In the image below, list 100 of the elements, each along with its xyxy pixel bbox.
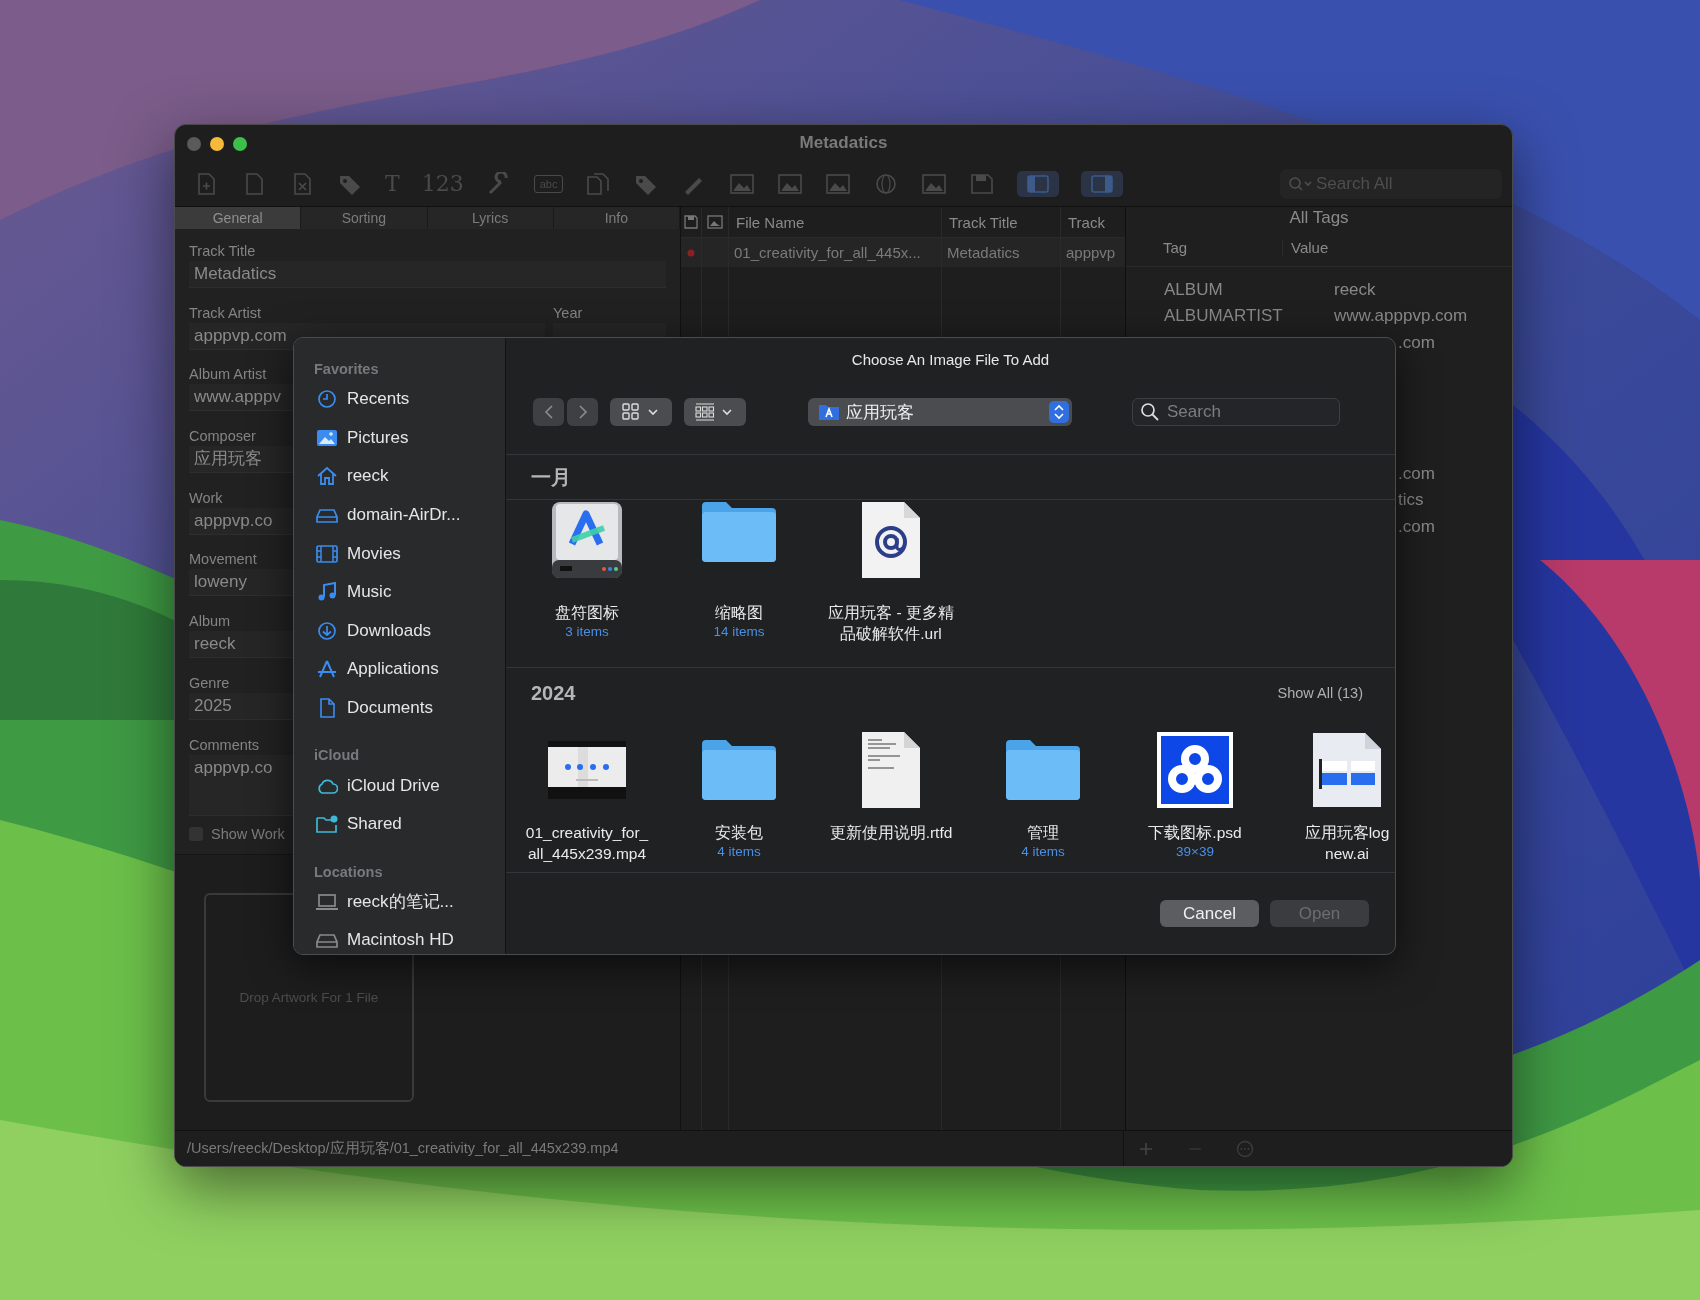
sidebar-item[interactable]: reeck [294,457,505,496]
back-button[interactable] [533,398,564,426]
folder-icon [818,403,840,421]
tag-name: ALBUM [1163,280,1224,301]
house-icon [316,466,338,487]
sidebar-item[interactable]: Movies [294,534,505,573]
clock-icon [316,389,338,410]
search-icon [1288,175,1314,192]
sidebar-item[interactable]: domain-AirDr... [294,495,505,535]
grouped-grid-icon [695,403,735,421]
field-label: Year [553,303,583,323]
close-button[interactable] [187,137,201,151]
folder-icon[interactable] [700,738,778,802]
file-name: 应用玩客 - 更多精 [828,603,954,623]
table-cell: 01_creativity_for_all_445x... [729,238,942,267]
panel-toggle-button[interactable] [1081,170,1124,197]
minimize-button[interactable] [210,137,224,151]
sidebar-panel-icon [1027,174,1050,193]
add-icon[interactable] [1138,1140,1154,1157]
image-icon[interactable] [825,171,852,196]
file-detail: 39×39 [1176,843,1214,861]
image-icon [707,215,723,229]
checkbox-label: Show Work [211,826,285,843]
tag-value: .com [1397,332,1435,353]
show-all-link[interactable]: Show All (13) [1277,685,1363,701]
document-icon[interactable] [1311,731,1383,809]
sidebar-item[interactable]: Shared [294,804,505,844]
column-header[interactable]: File Name [729,207,942,237]
status-dot-icon [687,248,695,257]
sidebar-item[interactable]: Downloads [294,611,505,651]
sidebar-heading: Favorites [313,360,380,379]
laptop-icon [316,891,338,912]
apps-icon [316,659,338,680]
tab[interactable]: General [175,207,302,229]
file-name: 安装包 [715,823,763,843]
field-label: Track Title [189,242,256,261]
column-header[interactable]: Track Title [942,207,1061,237]
download-icon [316,620,338,641]
file-path: /Users/reeck/Desktop/应用玩客/01_creativity_for_all_445x239.mp4 [187,1139,619,1158]
location-popup[interactable]: 应用玩客 [808,398,1072,426]
file-name: 管理 [1027,823,1059,843]
field-label: Composer [189,427,256,447]
search-field[interactable]: Search [1132,398,1340,426]
film-icon [316,543,338,564]
tag-value: www.apppvp.com [1334,306,1468,327]
file-name: 更新使用说明.rtfd [829,823,953,843]
tag-name: ALBUMARTIST [1163,306,1284,327]
field-label: Movement [189,550,257,570]
image-icon[interactable] [729,171,756,196]
column-header[interactable]: Tag [1126,239,1283,256]
save-icon [684,215,698,229]
table-cell: Metadatics [942,238,1061,267]
section-heading: 2024 [531,681,576,705]
zoom-button[interactable] [233,137,247,151]
stepper-icon [1053,403,1065,421]
sidebar-item[interactable]: Applications [294,650,505,689]
folder-icon[interactable] [700,500,778,564]
image-icon[interactable] [777,171,804,196]
field-label: Album [189,612,231,632]
column-header[interactable]: Track [1061,207,1125,237]
sidebar-heading: iCloud [313,746,361,766]
photo-icon [316,427,338,448]
column-header[interactable]: Value [1283,239,1329,256]
folder-icon[interactable] [1004,738,1082,802]
url-document-icon[interactable] [860,500,922,580]
chevron-left-icon [543,404,554,420]
more-icon[interactable] [1236,1139,1254,1158]
document-icon[interactable] [860,730,922,810]
grid-icon [621,403,661,421]
panel-title: All Tags [1288,207,1350,229]
file-name: 缩略图 [715,603,763,623]
file-name: 应用玩客log [1304,823,1390,843]
field-label: Work [189,488,223,508]
file-name: all_445x239.mp4 [527,844,647,864]
dialog-button[interactable]: Cancel [1160,900,1259,927]
dialog-title: Choose An Image File To Add [850,350,1051,370]
image-icon[interactable] [921,171,948,196]
sidebar-item[interactable]: Pictures [294,418,505,458]
sidebar-heading: Locations [313,862,384,882]
forward-button[interactable] [567,398,598,426]
file-name: 盘符图标 [555,603,619,623]
sidebar-panel-icon [1091,174,1114,193]
file-name: 下载图标.psd [1148,823,1242,843]
field-label: Genre [189,673,230,693]
sidebar-item[interactable]: Documents [294,688,505,728]
text-field[interactable]: Metadatics [189,261,666,288]
field-label: Comments [189,735,260,755]
sidebar-item[interactable]: iCloud Drive [294,766,505,805]
field-label: Album Artist [189,365,267,385]
tag-value: tics [1397,490,1424,511]
save-icon[interactable] [969,171,996,196]
sidebar-item[interactable]: Recents [294,380,505,419]
sidebar-item[interactable]: Music [294,572,505,612]
chevron-right-icon [577,404,588,420]
file-detail: 3 items [565,623,609,641]
panel-toggle-button[interactable] [1017,170,1060,197]
three-circles-icon[interactable] [1156,731,1234,809]
view-mode-button[interactable] [610,398,672,426]
group-button[interactable] [684,398,746,426]
file-detail: 4 items [1021,843,1065,861]
